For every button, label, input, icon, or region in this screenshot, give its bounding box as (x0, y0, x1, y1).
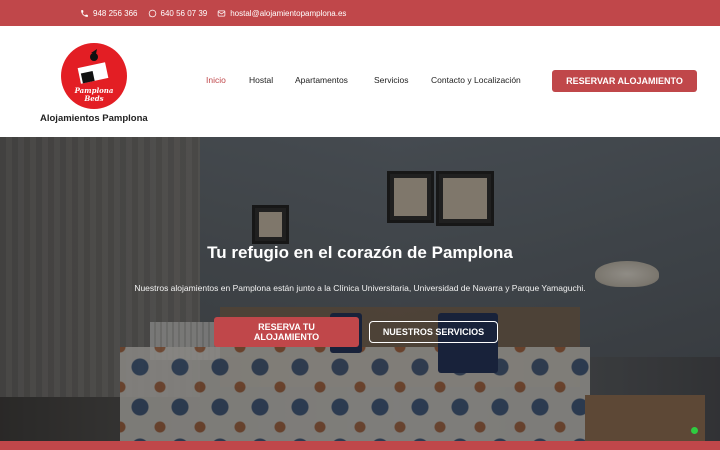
logo-text: Pamplona Beds (61, 87, 127, 103)
email-address: hostal@alojamientopamplona.es (230, 8, 347, 18)
top-contact-bar: 948 256 366 640 56 07 39 hostal@alojamie… (0, 0, 720, 26)
hero-title: Tu refugio en el corazón de Pamplona (207, 243, 513, 262)
phone-number-1: 948 256 366 (93, 8, 138, 18)
whatsapp-icon (148, 9, 156, 17)
email-contact[interactable]: hostal@alojamientopamplona.es (217, 9, 346, 18)
nuestros-servicios-button[interactable]: Nuestros servicios (369, 321, 498, 343)
whatsapp-contact[interactable]: 640 56 07 39 (148, 8, 208, 18)
reserva-tu-alojamiento-button[interactable]: Reserva tu alojamiento (214, 317, 359, 347)
phone-icon (81, 9, 88, 17)
nav-item-apartamentos[interactable]: Apartamentos (295, 75, 348, 85)
site-header: Pamplona Beds Alojamientos Pamplona Inic… (0, 26, 720, 137)
hero-subtitle: Nuestros alojamientos en Pamplona están … (134, 283, 586, 293)
nav-item-inicio[interactable]: Inicio (206, 75, 226, 85)
nav-item-servicios[interactable]: Servicios (374, 75, 408, 85)
logo[interactable]: Pamplona Beds (61, 43, 127, 109)
nav-item-hostal[interactable]: Hostal (249, 75, 273, 85)
hero-section: Tu refugio en el corazón de Pamplona Nue… (0, 137, 720, 441)
email-icon (217, 10, 226, 16)
bottom-strip (0, 441, 720, 450)
nav-item-contacto[interactable]: Contacto y Localización (431, 75, 521, 85)
reservar-alojamiento-button[interactable]: Reservar Alojamiento (552, 70, 697, 92)
phone-contact[interactable]: 948 256 366 (80, 9, 138, 18)
online-status-dot (691, 427, 698, 434)
brand-name: Alojamientos Pamplona (40, 113, 148, 124)
phone-number-2: 640 56 07 39 (160, 8, 208, 18)
logo-line-2: Beds (84, 94, 104, 103)
